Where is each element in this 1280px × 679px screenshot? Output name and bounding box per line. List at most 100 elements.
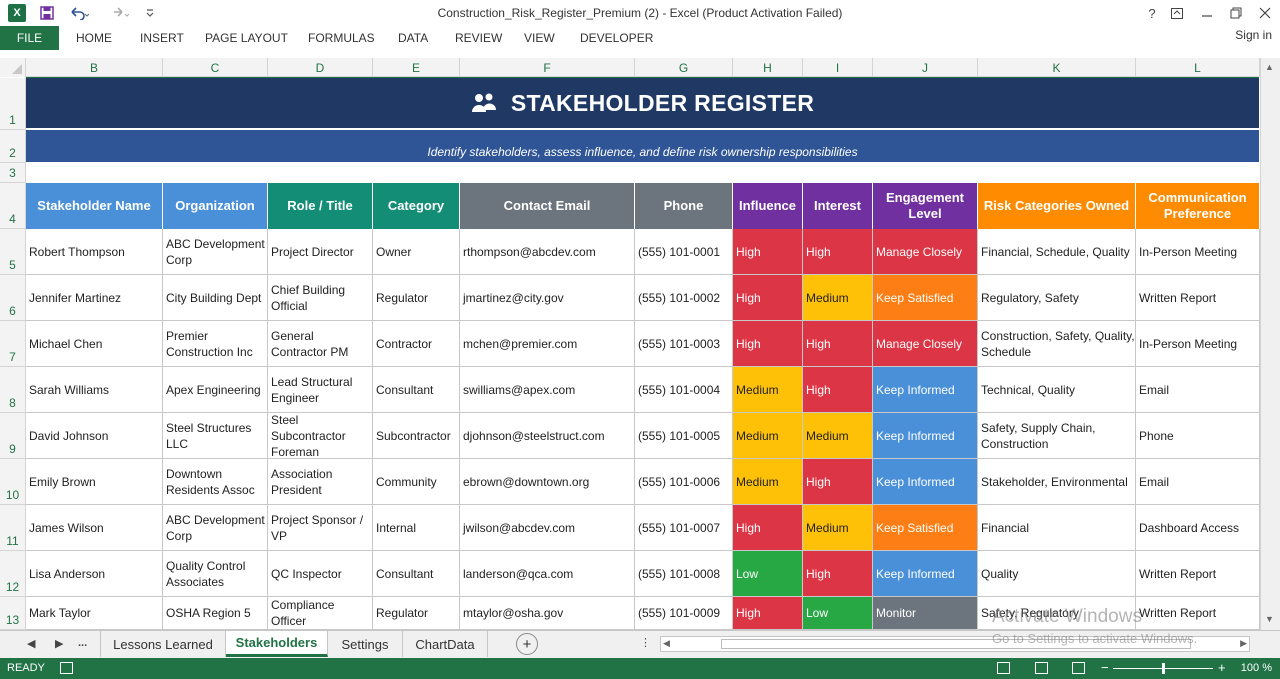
page-layout-view-icon[interactable] — [1035, 662, 1048, 674]
header-category[interactable]: Category — [373, 183, 460, 229]
category-cell[interactable]: Internal — [373, 505, 460, 551]
contact-email-cell[interactable]: djohnson@steelstruct.com — [460, 413, 635, 459]
row-header[interactable]: 1 — [0, 78, 26, 130]
header-contact-email[interactable]: Contact Email — [460, 183, 635, 229]
vertical-scrollbar[interactable]: ▲ ▼ — [1260, 58, 1280, 630]
row-header[interactable]: 9 — [0, 413, 26, 459]
influence-cell[interactable]: High — [733, 505, 803, 551]
row-header[interactable]: 8 — [0, 367, 26, 413]
column-header[interactable]: C — [163, 58, 268, 77]
file-tab[interactable]: FILE — [0, 26, 59, 50]
zoom-in-button[interactable]: + — [1218, 660, 1226, 675]
risk-categories-cell[interactable]: Financial, Schedule, Quality — [978, 229, 1136, 275]
category-cell[interactable]: Consultant — [373, 367, 460, 413]
organization-cell[interactable]: Quality Control Associates — [163, 551, 268, 597]
tab-splitter-icon[interactable]: ⋮ — [640, 636, 651, 649]
organization-cell[interactable]: ABC Development Corp — [163, 505, 268, 551]
help-button[interactable]: ? — [1141, 3, 1163, 23]
header-phone[interactable]: Phone — [635, 183, 733, 229]
minimize-icon[interactable] — [1196, 3, 1218, 23]
risk-categories-cell[interactable]: Quality — [978, 551, 1136, 597]
category-cell[interactable]: Community — [373, 459, 460, 505]
row-header[interactable]: 2 — [0, 130, 26, 163]
risk-categories-cell[interactable]: Technical, Quality — [978, 367, 1136, 413]
role-title-cell[interactable]: Chief Building Official — [268, 275, 373, 321]
role-title-cell[interactable]: General Contractor PM — [268, 321, 373, 367]
communication-preference-cell[interactable]: Dashboard Access — [1136, 505, 1260, 551]
influence-cell[interactable]: High — [733, 275, 803, 321]
stakeholder-name-cell[interactable]: Sarah Williams — [26, 367, 163, 413]
communication-preference-cell[interactable]: Phone — [1136, 413, 1260, 459]
influence-cell[interactable]: High — [733, 321, 803, 367]
row-header[interactable]: 10 — [0, 459, 26, 505]
engagement-level-cell[interactable]: Manage Closely — [873, 229, 978, 275]
row-header[interactable]: 12 — [0, 551, 26, 597]
column-header[interactable]: G — [635, 58, 733, 77]
engagement-level-cell[interactable]: Keep Satisfied — [873, 505, 978, 551]
add-sheet-button[interactable]: + — [516, 633, 538, 655]
communication-preference-cell[interactable]: In-Person Meeting — [1136, 321, 1260, 367]
column-header[interactable]: D — [268, 58, 373, 77]
organization-cell[interactable]: Steel Structures LLC — [163, 413, 268, 459]
close-icon[interactable] — [1254, 3, 1276, 23]
influence-cell[interactable]: High — [733, 597, 803, 630]
header-influence[interactable]: Influence — [733, 183, 803, 229]
role-title-cell[interactable]: Lead Structural Engineer — [268, 367, 373, 413]
contact-email-cell[interactable]: mchen@premier.com — [460, 321, 635, 367]
role-title-cell[interactable]: Association President — [268, 459, 373, 505]
phone-cell[interactable]: (555) 101-0002 — [635, 275, 733, 321]
column-header[interactable]: J — [873, 58, 978, 77]
engagement-level-cell[interactable]: Keep Satisfied — [873, 275, 978, 321]
category-cell[interactable]: Regulator — [373, 597, 460, 630]
organization-cell[interactable]: OSHA Region 5 — [163, 597, 268, 630]
normal-view-icon[interactable] — [997, 662, 1010, 674]
sheet-tab-settings[interactable]: Settings — [328, 631, 403, 657]
header-engagement-level[interactable]: Engagement Level — [873, 183, 978, 229]
zoom-slider-handle[interactable] — [1162, 663, 1165, 674]
scroll-right-icon[interactable]: ▶ — [1240, 638, 1247, 649]
prev-sheet-icon[interactable]: ◀ — [27, 637, 35, 650]
contact-email-cell[interactable]: ebrown@downtown.org — [460, 459, 635, 505]
stakeholder-name-cell[interactable]: Jennifer Martinez — [26, 275, 163, 321]
column-header[interactable]: K — [978, 58, 1136, 77]
phone-cell[interactable]: (555) 101-0009 — [635, 597, 733, 630]
communication-preference-cell[interactable]: Email — [1136, 367, 1260, 413]
influence-cell[interactable]: Medium — [733, 413, 803, 459]
column-header[interactable]: H — [733, 58, 803, 77]
role-title-cell[interactable]: QC Inspector — [268, 551, 373, 597]
role-title-cell[interactable]: Project Sponsor / VP — [268, 505, 373, 551]
role-title-cell[interactable]: Steel Subcontractor Foreman — [268, 413, 373, 459]
risk-categories-cell[interactable]: Construction, Safety, Quality, Schedule — [978, 321, 1136, 367]
tab-review[interactable]: REVIEW — [455, 31, 502, 45]
contact-email-cell[interactable]: landerson@qca.com — [460, 551, 635, 597]
organization-cell[interactable]: ABC Development Corp — [163, 229, 268, 275]
sheet-tab-chartdata[interactable]: ChartData — [403, 631, 488, 657]
scroll-left-icon[interactable]: ◀ — [663, 638, 670, 649]
influence-cell[interactable]: Low — [733, 551, 803, 597]
row-header[interactable]: 7 — [0, 321, 26, 367]
phone-cell[interactable]: (555) 101-0008 — [635, 551, 733, 597]
row-header[interactable]: 4 — [0, 183, 26, 229]
scroll-down-icon[interactable]: ▼ — [1265, 614, 1274, 624]
interest-cell[interactable]: Medium — [803, 275, 873, 321]
tab-developer[interactable]: DEVELOPER — [580, 31, 653, 45]
role-title-cell[interactable]: Compliance Officer — [268, 597, 373, 630]
influence-cell[interactable]: High — [733, 229, 803, 275]
zoom-out-button[interactable]: − — [1101, 660, 1109, 675]
header-organization[interactable]: Organization — [163, 183, 268, 229]
phone-cell[interactable]: (555) 101-0007 — [635, 505, 733, 551]
zoom-level[interactable]: 100 % — [1241, 662, 1272, 674]
interest-cell[interactable]: High — [803, 367, 873, 413]
tab-view[interactable]: VIEW — [524, 31, 555, 45]
phone-cell[interactable]: (555) 101-0006 — [635, 459, 733, 505]
engagement-level-cell[interactable]: Keep Informed — [873, 551, 978, 597]
scroll-up-icon[interactable]: ▲ — [1265, 62, 1274, 72]
influence-cell[interactable]: Medium — [733, 459, 803, 505]
column-header[interactable]: B — [26, 58, 163, 77]
tab-insert[interactable]: INSERT — [140, 31, 184, 45]
contact-email-cell[interactable]: rthompson@abcdev.com — [460, 229, 635, 275]
row-header[interactable]: 6 — [0, 275, 26, 321]
stakeholder-name-cell[interactable]: David Johnson — [26, 413, 163, 459]
header-communication-preference[interactable]: Communication Preference — [1136, 183, 1260, 229]
interest-cell[interactable]: Medium — [803, 505, 873, 551]
